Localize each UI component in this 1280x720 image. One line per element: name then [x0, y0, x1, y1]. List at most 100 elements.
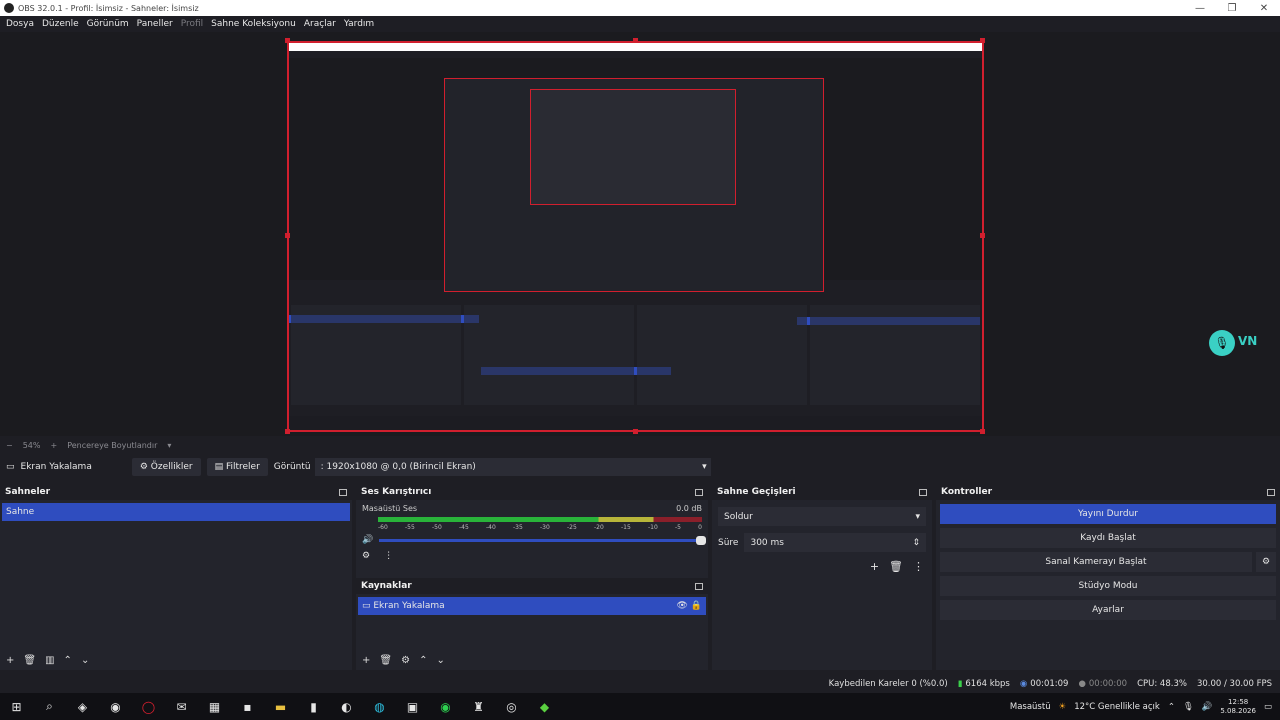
notification-icon[interactable]: ▭ — [1264, 702, 1272, 712]
virtual-cam-button[interactable]: Sanal Kamerayı Başlat — [940, 552, 1252, 572]
menu-bar: Dosya Düzenle Görünüm Paneller Profil Sa… — [0, 16, 1280, 32]
mic-icon[interactable]: 🎙 — [1183, 702, 1194, 712]
more-vertical-icon[interactable]: ⋮ — [913, 560, 924, 573]
filters-button[interactable]: ▤ Filtreler — [206, 458, 268, 476]
transition-select[interactable]: Soldur ▾ — [718, 507, 926, 526]
chrome-icon[interactable]: ◉ — [99, 693, 132, 720]
menu-docks[interactable]: Paneller — [137, 19, 173, 29]
calendar-icon[interactable]: ▦ — [198, 693, 231, 720]
zoom-out-button[interactable]: − — [6, 441, 13, 450]
trash-icon[interactable]: 🗑 — [23, 655, 36, 666]
steam-icon[interactable]: ◐ — [330, 693, 363, 720]
undock-icon[interactable] — [919, 488, 927, 496]
display-label: Görüntü — [273, 462, 311, 472]
up-arrow-icon[interactable]: ⌃ — [419, 655, 427, 666]
weather-text[interactable]: 12°C Genellikle açık — [1074, 702, 1160, 712]
properties-button[interactable]: ⚙ Özellikler — [131, 458, 201, 476]
add-icon[interactable]: + — [362, 655, 370, 666]
undock-icon[interactable] — [695, 488, 703, 496]
gear-icon[interactable]: ⚙ — [401, 655, 410, 666]
fit-window-dropdown[interactable]: Pencereye Boyutlandır — [67, 441, 157, 450]
whatsapp-icon[interactable]: ◉ — [429, 693, 462, 720]
menu-help[interactable]: Yardım — [344, 19, 374, 29]
dropped-frames: Kaybedilen Kareler 0 (%0.0) — [828, 679, 948, 689]
spinner-icon[interactable]: ⇕ — [912, 538, 920, 548]
scene-item[interactable]: Sahne — [2, 503, 350, 521]
duration-label: Süre — [718, 537, 739, 548]
lock-icon[interactable]: 🔒 — [691, 601, 702, 611]
cpu-usage: CPU: 48.3% — [1137, 679, 1187, 689]
mail-icon[interactable]: ✉ — [165, 693, 198, 720]
windows-start-icon[interactable]: ⊞ — [0, 693, 33, 720]
chevron-up-icon[interactable]: ⌃ — [1168, 702, 1175, 712]
menu-profile[interactable]: Profil — [181, 19, 203, 29]
clock[interactable]: 12:58 5.08.2026 — [1220, 698, 1256, 716]
menu-file[interactable]: Dosya — [6, 19, 34, 29]
trash-icon[interactable]: 🗑 — [889, 560, 903, 573]
menu-edit[interactable]: Düzenle — [42, 19, 79, 29]
search-icon[interactable]: ⌕ — [33, 693, 66, 720]
copilot-icon[interactable]: ◈ — [66, 693, 99, 720]
eye-icon[interactable]: 👁 — [676, 601, 687, 611]
sources-title: Kaynaklar — [361, 581, 412, 591]
start-record-button[interactable]: Kaydı Başlat — [940, 528, 1276, 548]
maximize-button[interactable]: ❐ — [1216, 0, 1248, 16]
game-icon[interactable]: ♜ — [462, 693, 495, 720]
display-select[interactable]: : 1920x1080 @ 0,0 (Birincil Ekran) ▾ — [314, 458, 711, 476]
edge-icon[interactable]: ◍ — [363, 693, 396, 720]
mixer-title: Ses Karıştırıcı — [361, 487, 432, 497]
stream-icon: ◉ — [1019, 679, 1028, 689]
transitions-title: Sahne Geçişleri — [717, 487, 796, 497]
opera-icon[interactable]: ◯ — [132, 693, 165, 720]
minimize-button[interactable]: — — [1184, 0, 1216, 16]
gear-icon[interactable]: ⚙ — [1256, 552, 1276, 572]
selected-source-name: Ekran Yakalama — [20, 462, 92, 472]
record-icon: ● — [1078, 679, 1086, 689]
down-arrow-icon[interactable]: ⌄ — [436, 655, 444, 666]
obs-icon[interactable]: ◎ — [495, 693, 528, 720]
meter-ticks: -60 -55 -50 -45 -40 -35 -30 -25 -20 -15 -10 -5 0 — [378, 524, 702, 531]
studio-mode-button[interactable]: Stüdyo Modu — [940, 576, 1276, 596]
folder-icon[interactable]: ▬ — [264, 693, 297, 720]
duration-input[interactable]: 300 ms ⇕ — [744, 533, 926, 552]
app-icon[interactable]: ▮ — [297, 693, 330, 720]
status-bar: Kaybedilen Kareler 0 (%0.0) ▮ 6164 kbps … — [0, 676, 1280, 692]
overlay-label: VN — [1238, 334, 1258, 348]
minecraft-icon[interactable]: ◆ — [528, 693, 561, 720]
more-vertical-icon[interactable]: ⋮ — [384, 551, 393, 561]
menu-scene-collection[interactable]: Sahne Koleksiyonu — [211, 19, 296, 29]
mixer-settings-icon[interactable]: ⚙ — [362, 551, 370, 561]
db-readout: 0.0 dB — [676, 504, 702, 513]
windows-taskbar: ⊞ ⌕ ◈ ◉ ◯ ✉ ▦ ▪ ▬ ▮ ◐ ◍ ▣ ◉ ♜ ◎ ◆ Masaüs… — [0, 693, 1280, 720]
volume-icon[interactable]: 🔊 — [1202, 702, 1213, 712]
window-title: OBS 32.0.1 - Profil: İsimsiz - Sahneler:… — [18, 3, 199, 13]
source-toolbar: ▭ Ekran Yakalama ⚙ Özellikler ▤ Filtrele… — [0, 455, 1280, 479]
zoom-in-button[interactable]: + — [50, 441, 57, 450]
volume-slider[interactable] — [379, 535, 706, 545]
weather-icon: ☀ — [1058, 701, 1067, 712]
add-icon[interactable]: + — [870, 560, 879, 573]
stop-stream-button[interactable]: Yayını Durdur — [940, 504, 1276, 524]
add-icon[interactable]: + — [6, 655, 14, 666]
scenes-title: Sahneler — [5, 487, 51, 497]
undock-icon[interactable] — [695, 582, 703, 590]
trash-icon[interactable]: 🗑 — [379, 655, 392, 666]
source-item[interactable]: ▭ Ekran Yakalama 👁 🔒 — [358, 597, 706, 615]
close-button[interactable]: ✕ — [1248, 0, 1280, 16]
up-arrow-icon[interactable]: ⌃ — [64, 655, 72, 666]
chevron-down-icon[interactable]: ▾ — [167, 441, 171, 450]
speaker-icon[interactable]: 🔊 — [362, 535, 373, 545]
settings-button[interactable]: Ayarlar — [940, 600, 1276, 620]
undock-icon[interactable] — [339, 488, 347, 496]
obs-logo-icon — [4, 3, 14, 13]
zoom-bar: − 54% + Pencereye Boyutlandır ▾ — [0, 438, 1280, 452]
scenes-dock: Sahneler Sahne + 🗑 ▥ ⌃ ⌄ — [0, 484, 352, 670]
desktop-label[interactable]: Masaüstü — [1010, 702, 1051, 712]
store-icon[interactable]: ▣ — [396, 693, 429, 720]
menu-view[interactable]: Görünüm — [87, 19, 129, 29]
app-icon[interactable]: ▪ — [231, 693, 264, 720]
menu-tools[interactable]: Araçlar — [304, 19, 336, 29]
filter-icon[interactable]: ▥ — [45, 655, 54, 666]
undock-icon[interactable] — [1267, 488, 1275, 496]
down-arrow-icon[interactable]: ⌄ — [81, 655, 89, 666]
